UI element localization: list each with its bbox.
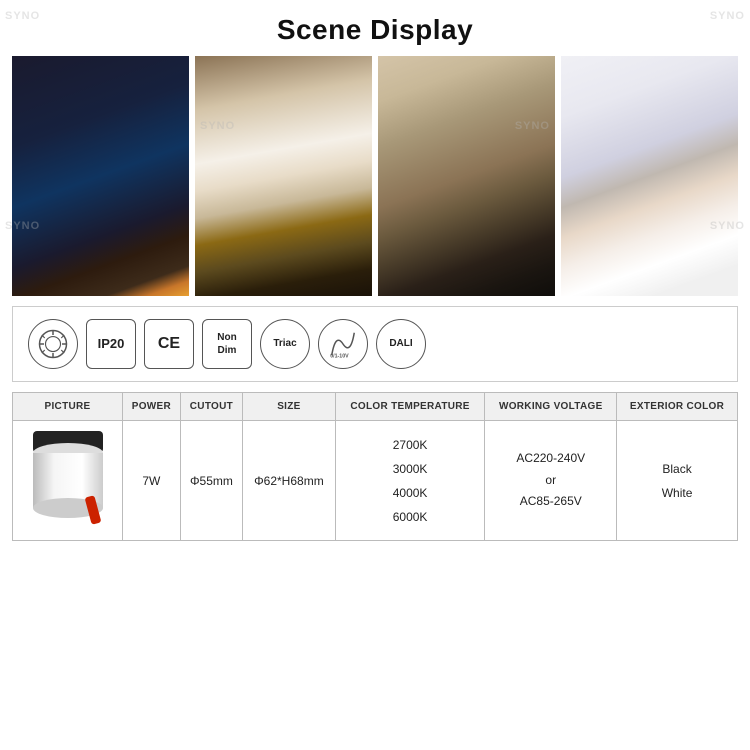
- scene-image-4: [561, 56, 738, 296]
- th-color-temp: COLOR TEMPERATURE: [335, 393, 485, 421]
- anti-glare-icon: [38, 329, 68, 359]
- page-title: Scene Display: [0, 14, 750, 46]
- product-voltage: AC220-240V or AC85-265V: [485, 421, 617, 541]
- table-header-row: PICTURE POWER CUTOUT SIZE COLOR TEMPERAT…: [13, 393, 738, 421]
- product-cutout: Φ55mm: [180, 421, 242, 541]
- th-size: SIZE: [243, 393, 336, 421]
- color-values: Black White: [622, 457, 732, 505]
- product-image-cell: [13, 421, 123, 541]
- color-black: Black: [622, 457, 732, 481]
- title-section: Scene Display: [0, 0, 750, 56]
- scene-image-1: [12, 56, 189, 296]
- ce-label: CE: [158, 334, 180, 353]
- product-size: Φ62*H68mm: [243, 421, 336, 541]
- table-row: 7W Φ55mm Φ62*H68mm 2700K 3000K 4000K 600…: [13, 421, 738, 541]
- th-picture: PICTURE: [13, 393, 123, 421]
- dali-label: DALI: [389, 338, 412, 350]
- icons-row: IP20 CE NonDim Triac 0/1-10V DALI: [12, 306, 738, 382]
- nondim-icon-badge: NonDim: [202, 319, 252, 369]
- scene-image-2: [195, 56, 372, 296]
- product-svg: [23, 426, 113, 536]
- th-power: POWER: [123, 393, 181, 421]
- voltage-line2: AC85-265V: [490, 491, 611, 513]
- temp-4000k: 4000K: [341, 481, 480, 505]
- nondim-label: NonDim: [217, 331, 236, 357]
- ip20-label: IP20: [98, 336, 125, 352]
- ip20-icon-badge: IP20: [86, 319, 136, 369]
- triac-icon-badge: Triac: [260, 319, 310, 369]
- voltage-values: AC220-240V or AC85-265V: [490, 448, 611, 513]
- anti-glare-icon-badge: [28, 319, 78, 369]
- scene-images-grid: [0, 56, 750, 296]
- temp-values: 2700K 3000K 4000K 6000K: [341, 433, 480, 529]
- scene-image-3: [378, 56, 555, 296]
- product-image: [23, 426, 113, 536]
- ce-icon-badge: CE: [144, 319, 194, 369]
- triac-label: Triac: [273, 338, 296, 350]
- voltage-or: or: [490, 470, 611, 492]
- product-exterior-color: Black White: [617, 421, 738, 541]
- temp-6000k: 6000K: [341, 505, 480, 529]
- 0-10v-icon-badge: 0/1-10V: [318, 319, 368, 369]
- th-cutout: CUTOUT: [180, 393, 242, 421]
- th-voltage: WORKING VOLTAGE: [485, 393, 617, 421]
- product-color-temp: 2700K 3000K 4000K 6000K: [335, 421, 485, 541]
- 0-10v-icon: 0/1-10V: [328, 329, 358, 359]
- temp-3000k: 3000K: [341, 457, 480, 481]
- product-power: 7W: [123, 421, 181, 541]
- voltage-line1: AC220-240V: [490, 448, 611, 470]
- color-white: White: [622, 481, 732, 505]
- product-table: PICTURE POWER CUTOUT SIZE COLOR TEMPERAT…: [12, 392, 738, 541]
- temp-2700k: 2700K: [341, 433, 480, 457]
- th-exterior: EXTERIOR COLOR: [617, 393, 738, 421]
- svg-text:0/1-10V: 0/1-10V: [330, 354, 349, 360]
- dali-icon-badge: DALI: [376, 319, 426, 369]
